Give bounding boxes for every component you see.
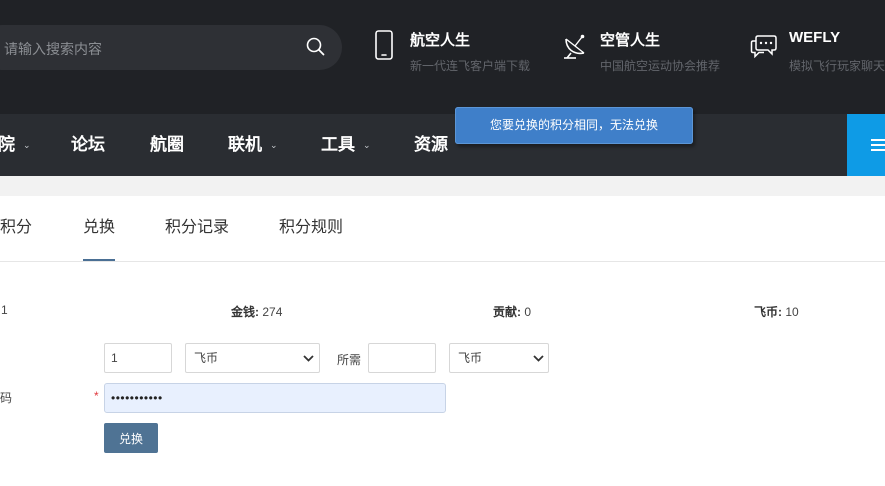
- promo-title: WEFLY: [789, 29, 841, 46]
- stat-value: 10: [785, 305, 799, 319]
- password-field[interactable]: •••••••••••: [104, 383, 446, 413]
- chevron-down-icon: [303, 355, 314, 362]
- hamburger-icon: [871, 144, 885, 146]
- from-currency-select[interactable]: 飞币: [185, 343, 320, 373]
- nav-item-resources[interactable]: 资源: [414, 114, 448, 176]
- select-value: 飞币: [458, 351, 483, 365]
- chevron-down-icon: ⌄: [23, 140, 31, 150]
- chevron-down-icon: [533, 355, 544, 362]
- stat-value: 0: [524, 305, 532, 319]
- tab-points-rules[interactable]: 积分规则: [279, 196, 343, 260]
- nav-item-lianji[interactable]: 联机 ⌄: [228, 114, 278, 176]
- promo-title: 空管人生: [600, 32, 661, 49]
- promo-subtitle: 模拟飞行玩家聊天: [789, 59, 885, 73]
- select-value: 飞币: [194, 351, 219, 365]
- nav-label: 院: [0, 135, 15, 154]
- mobile-phone-icon: [375, 30, 393, 60]
- promo-subtitle: 新一代连飞客户端下载: [410, 59, 531, 73]
- stat-label: 贡献:: [493, 305, 521, 319]
- stat-feibi: 飞币: 10: [754, 303, 799, 320]
- stat-value: 274: [262, 305, 283, 319]
- promo-subtitle: 中国航空运动协会推荐: [600, 59, 721, 73]
- tabs-divider: [0, 261, 885, 262]
- search-box: [0, 25, 342, 72]
- exchange-submit-button[interactable]: 兑换: [104, 423, 158, 453]
- hamburger-icon: [871, 139, 885, 141]
- stat-contribution: 贡献: 0: [493, 303, 531, 320]
- tab-points-history[interactable]: 积分记录: [165, 196, 229, 260]
- stat-label: 金钱:: [231, 305, 259, 319]
- nav-item-yuan[interactable]: 院 ⌄: [0, 114, 31, 176]
- nav-item-tools[interactable]: 工具 ⌄: [321, 114, 371, 176]
- menu-button[interactable]: [847, 114, 885, 176]
- nav-item-hangquan[interactable]: 航圈: [150, 114, 184, 176]
- hamburger-icon: [871, 149, 885, 151]
- nav-label: 论坛: [71, 135, 105, 154]
- radar-dish-icon: [564, 34, 585, 59]
- nav-label: 航圈: [150, 135, 184, 154]
- chevron-down-icon: ⌄: [363, 140, 371, 150]
- chat-bubbles-icon: [750, 35, 777, 59]
- section-separator: [0, 176, 885, 196]
- search-input[interactable]: [2, 25, 296, 72]
- toast-message: 您要兑换的积分相同，无法兑换: [455, 107, 693, 144]
- main-nav: 院 ⌄ 论坛 航圈 联机 ⌄ 工具 ⌄ 资源: [0, 114, 885, 176]
- required-mark: *: [94, 389, 99, 403]
- chevron-down-icon: ⌄: [270, 140, 278, 150]
- required-label: 所需: [337, 353, 362, 367]
- promo-hangkong-rensheng[interactable]: 航空人生 新一代连飞客户端下载: [372, 0, 542, 114]
- amount-input[interactable]: 1: [104, 343, 172, 373]
- to-currency-select[interactable]: 飞币: [449, 343, 549, 373]
- top-header: 航空人生 新一代连飞客户端下载 空管人生 中国航空运动协会推荐 WEFLY 模拟…: [0, 0, 885, 114]
- required-input[interactable]: [368, 343, 436, 373]
- promo-kongguan-rensheng[interactable]: 空管人生 中国航空运动协会推荐: [560, 0, 730, 114]
- stat-value: 1: [1, 303, 8, 317]
- stat-label: 飞币:: [754, 305, 782, 319]
- nav-label: 资源: [414, 135, 448, 154]
- search-icon[interactable]: [306, 37, 326, 57]
- tab-points[interactable]: 积分: [0, 196, 32, 260]
- stat-points: 1: [1, 303, 8, 317]
- password-label: 密码: [0, 391, 13, 405]
- stat-money: 金钱: 274: [231, 303, 282, 320]
- promo-wefly[interactable]: WEFLY 模拟飞行玩家聊天: [750, 0, 885, 114]
- promo-title: 航空人生: [410, 32, 471, 49]
- nav-label: 工具: [321, 135, 355, 154]
- nav-label: 联机: [228, 135, 262, 154]
- nav-item-forum[interactable]: 论坛: [71, 114, 105, 176]
- tab-exchange[interactable]: 兑换: [83, 196, 115, 260]
